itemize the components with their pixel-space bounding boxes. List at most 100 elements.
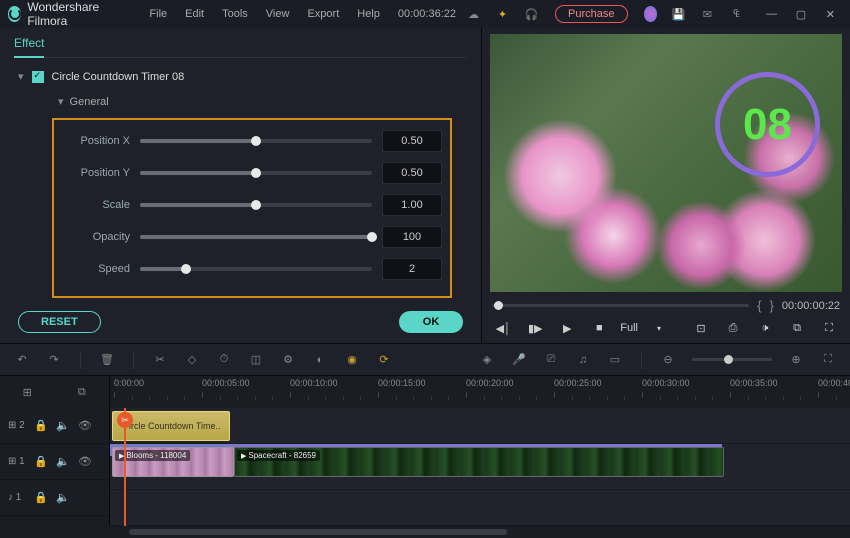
music-icon[interactable]: ♫ [575,352,591,368]
cloud-icon[interactable]: ☁ [466,5,481,23]
menu-view[interactable]: View [260,6,296,22]
effect-enable-checkbox[interactable] [32,71,44,83]
effect-panel: Effect ▾ Circle Countdown Timer 08 ▾ Gen… [0,28,482,343]
mute-icon[interactable]: 🔈 [56,455,70,468]
collapse-effect-icon[interactable]: ▾ [18,70,24,83]
collapse-general-icon[interactable]: ▾ [58,95,64,108]
time-ruler[interactable]: 0:00:0000:00:05:0000:00:10:0000:00:15:00… [110,376,850,408]
timeline-scrollbar[interactable] [0,526,850,538]
visibility-icon[interactable]: 👁 [78,419,92,432]
quality-dropdown[interactable]: Full [620,322,638,334]
effect-title: Circle Countdown Timer 08 [52,71,185,83]
popout-icon[interactable]: ⧉ [788,319,806,337]
preview-viewport[interactable]: 08 [490,34,842,292]
zoom-fit-button[interactable]: ⛶ [820,352,836,368]
zoom-in-button[interactable]: ⊕ [788,352,804,368]
slider-position-x[interactable] [140,139,372,143]
mixer-icon[interactable]: ⎚ [543,352,559,368]
label-position-y: Position Y [62,167,130,179]
fullscreen-icon[interactable]: ⛶ [820,319,838,337]
tips-icon[interactable]: ✦ [495,5,510,23]
track-options-icon[interactable]: ⊞ [19,384,35,400]
link-icon[interactable]: ⧉ [74,384,90,400]
track-head-audio-1: ♪ 1 🔒 🔈 [0,480,109,516]
adjust-icon[interactable]: ⚙ [280,352,296,368]
ruler-label: 00:00:30:00 [642,378,690,388]
step-back-button[interactable]: ▮▶ [526,319,544,337]
mark-in-icon[interactable]: { [757,298,761,313]
redo-button[interactable]: ↷ [46,352,62,368]
undo-button[interactable]: ↶ [14,352,30,368]
mute-icon[interactable]: 🔈 [56,491,70,504]
save-icon[interactable]: 💾 [671,5,686,23]
volume-icon[interactable]: 🕩 [756,319,774,337]
mute-icon[interactable]: 🔈 [56,419,70,432]
lock-icon[interactable]: 🔒 [34,455,48,468]
purchase-button[interactable]: Purchase [555,5,627,23]
clip-spacecraft-label: Spacecraft - 82659 [248,451,316,460]
value-speed[interactable]: 2 [382,258,442,280]
maximize-button[interactable]: ▢ [789,5,812,23]
speed-icon[interactable]: ⏱ [216,352,232,368]
reset-button[interactable]: RESET [18,311,101,333]
ruler-label: 00:00:25:00 [554,378,602,388]
mic-icon[interactable]: 🎤 [511,352,527,368]
parameters-group: Position X 0.50 Position Y 0.50 Scale 1.… [52,118,452,298]
marker-icon[interactable]: ◈ [479,352,495,368]
zoom-out-button[interactable]: ⊖ [660,352,676,368]
account-icon[interactable] [644,6,657,22]
display-icon[interactable]: ⊡ [692,319,710,337]
tracks-area[interactable]: ✂ ircle Countdown Time.. ▶Blooms - 11800… [110,408,850,526]
value-opacity[interactable]: 100 [382,226,442,248]
value-scale[interactable]: 1.00 [382,194,442,216]
menu-edit[interactable]: Edit [179,6,210,22]
headphones-icon[interactable]: 🎧 [524,5,539,23]
notify-icon[interactable]: ✉ [700,5,715,23]
zoom-slider[interactable] [692,358,772,361]
menu-tools[interactable]: Tools [216,6,254,22]
app-logo-icon [8,6,21,22]
value-position-x[interactable]: 0.50 [382,130,442,152]
close-button[interactable]: ✕ [819,5,842,23]
tag-icon[interactable]: ◇ [184,352,200,368]
ruler-label: 00:00:05:00 [202,378,250,388]
slider-scale[interactable] [140,203,372,207]
preview-timecode: 00:00:00:22 [782,300,840,312]
keyframe-icon[interactable]: ◉ [344,352,360,368]
slider-speed[interactable] [140,267,372,271]
timeline: ⊞ ⧉ 0:00:0000:00:05:0000:00:10:0000:00:1… [0,375,850,538]
chevron-down-icon[interactable]: ▾ [650,319,668,337]
preview-scrubber[interactable] [492,304,749,307]
clip-video-spacecraft[interactable]: ▶Spacecraft - 82659 [234,447,724,477]
tab-effect[interactable]: Effect [14,36,44,58]
playhead-split-icon[interactable]: ✂ [117,412,133,428]
stop-button[interactable]: ■ [590,319,608,337]
download-icon[interactable]: ₠ [729,5,744,23]
prev-frame-button[interactable]: ◀│ [494,319,512,337]
render-icon[interactable]: ▭ [607,352,623,368]
lock-icon[interactable]: 🔒 [34,491,48,504]
minimize-button[interactable]: ― [760,5,783,23]
delete-button[interactable]: 🗑 [99,352,115,368]
countdown-circle-icon: 08 [715,72,820,177]
lock-icon[interactable]: 🔒 [34,419,48,432]
snapshot-icon[interactable]: ⎙ [724,319,742,337]
color-icon[interactable]: ◐ [312,352,328,368]
clip-video-blooms[interactable]: ▶Blooms - 118004 [112,447,234,477]
menu-export[interactable]: Export [301,6,345,22]
menu-help[interactable]: Help [351,6,386,22]
play-button[interactable]: ▶ [558,319,576,337]
ok-button[interactable]: OK [399,311,464,333]
ruler-label: 00:00:15:00 [378,378,426,388]
value-position-y[interactable]: 0.50 [382,162,442,184]
mark-out-icon[interactable]: } [770,298,774,313]
menu-file[interactable]: File [143,6,173,22]
track-head-overlay-2: ⊞ 2 🔒 🔈 👁 [0,408,109,444]
slider-position-y[interactable] [140,171,372,175]
split-button[interactable]: ✂ [152,352,168,368]
motion-icon[interactable]: ⟳ [376,352,392,368]
ruler-label: 00:00:35:00 [730,378,778,388]
slider-opacity[interactable] [140,235,372,239]
visibility-icon[interactable]: 👁 [78,455,92,468]
crop-icon[interactable]: ◫ [248,352,264,368]
